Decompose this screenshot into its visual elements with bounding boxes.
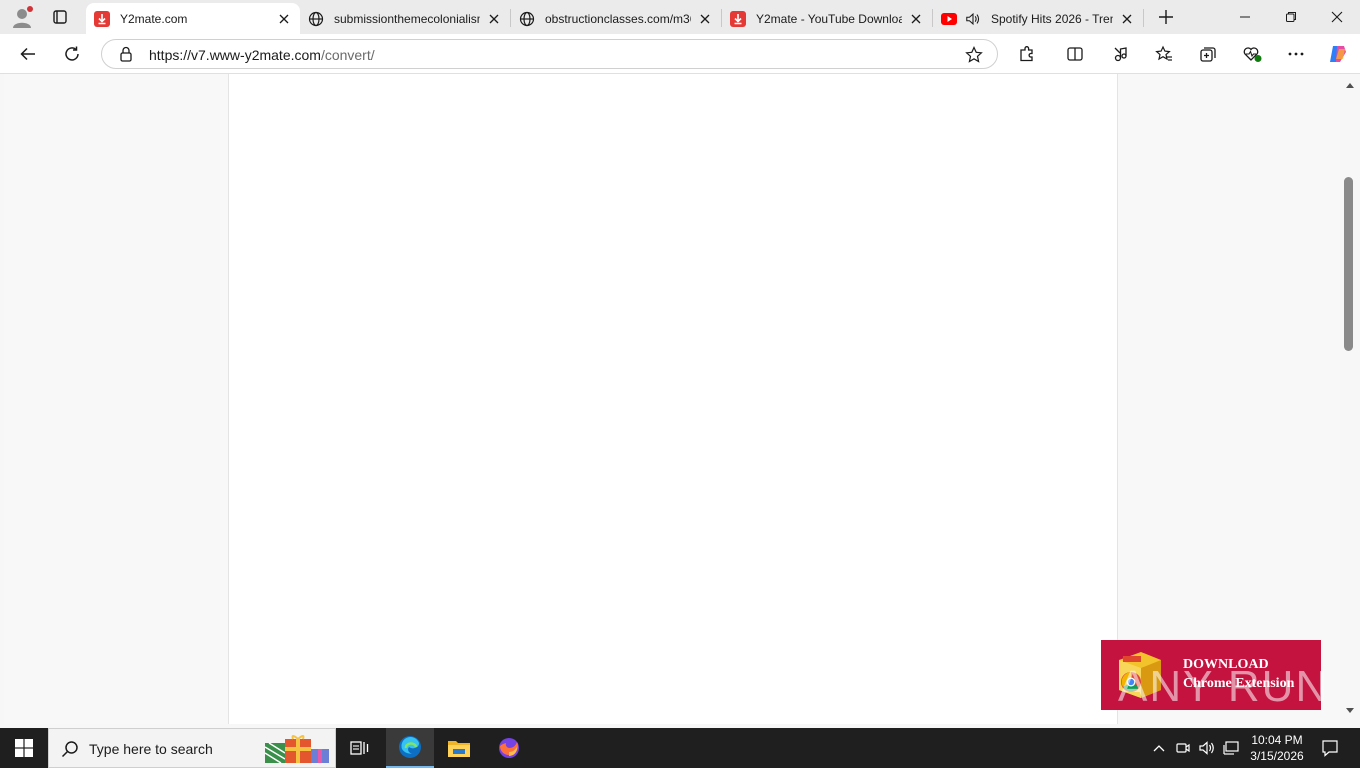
gifts-highlight-icon[interactable] [263, 735, 333, 765]
show-hidden-icons-button[interactable] [1150, 728, 1168, 768]
edge-browser-icon [399, 736, 421, 758]
notification-speech-bubble-icon [1322, 740, 1338, 757]
clock-date: 3/15/2026 [1250, 749, 1304, 763]
tray-meet-button[interactable] [1172, 728, 1194, 768]
firefox-icon [499, 738, 519, 758]
tab-actions-icon [53, 10, 67, 24]
clock-time: 10:04 PM [1251, 733, 1303, 747]
tab-y2mate-youtube[interactable]: Y2mate - YouTube Downloa [722, 3, 932, 34]
tab-label: Y2mate - YouTube Downloa [756, 11, 902, 26]
restore-button[interactable] [1268, 0, 1314, 34]
favorites-button[interactable] [1149, 40, 1179, 68]
network-monitor-icon [1223, 741, 1239, 755]
url-path: /convert/ [320, 47, 375, 63]
lock-icon[interactable] [118, 46, 134, 62]
task-view-button[interactable] [336, 728, 384, 768]
windows-taskbar: Type here to search 10:04 PM 3/15/2026 [0, 728, 1360, 768]
favorite-star-icon[interactable] [965, 46, 983, 64]
taskbar-firefox[interactable] [485, 728, 533, 768]
close-window-button[interactable] [1314, 0, 1360, 34]
globe-icon [308, 11, 324, 27]
profile-avatar-icon [13, 6, 33, 28]
refresh-icon [65, 46, 79, 61]
heart-pulse-icon [1243, 47, 1262, 62]
windows-logo-icon [15, 739, 33, 757]
back-button[interactable] [13, 40, 43, 68]
tab-label: Spotify Hits 2026 - Tren [991, 11, 1113, 26]
start-button[interactable] [0, 728, 48, 768]
collections-button[interactable] [1193, 40, 1223, 68]
y2mate-download-icon [730, 10, 746, 27]
read-aloud-icon [1114, 47, 1127, 62]
tab-strip: Y2mate.com submissionthemecolonialism ob… [0, 0, 1360, 34]
scroll-down-arrow-icon[interactable] [1346, 706, 1354, 714]
settings-more-button[interactable] [1281, 40, 1311, 68]
tab-spotify-hits[interactable]: Spotify Hits 2026 - Tren [933, 3, 1143, 34]
tab-submissionthemecolonialism[interactable]: submissionthemecolonialism [300, 3, 510, 34]
volume-icon [1199, 741, 1214, 755]
notifications-button[interactable] [1314, 728, 1346, 768]
search-icon [61, 741, 78, 758]
page-content-column [228, 74, 1118, 724]
tab-separator [1143, 9, 1144, 27]
search-placeholder: Type here to search [89, 741, 213, 757]
taskbar-file-explorer[interactable] [435, 728, 483, 768]
back-arrow-icon [20, 47, 35, 61]
close-tab-icon[interactable] [1119, 11, 1135, 27]
taskbar-clock[interactable]: 10:04 PM 3/15/2026 [1240, 732, 1314, 764]
split-screen-icon [1067, 47, 1083, 61]
profile-button[interactable] [8, 4, 36, 30]
tab-label: submissionthemecolonialism [334, 11, 480, 26]
split-screen-button[interactable] [1060, 40, 1090, 68]
copilot-button[interactable] [1323, 40, 1353, 68]
youtube-icon [941, 11, 957, 27]
browser-essentials-button[interactable] [1237, 40, 1267, 68]
address-url[interactable]: https://v7.www-y2mate.com/convert/ [149, 47, 375, 63]
extensions-button[interactable] [1012, 40, 1042, 68]
minimize-button[interactable] [1222, 0, 1268, 34]
tab-actions-button[interactable] [46, 4, 74, 30]
read-aloud-button[interactable] [1105, 40, 1135, 68]
refresh-button[interactable] [57, 40, 87, 68]
taskbar-search-box[interactable]: Type here to search [48, 728, 336, 768]
plus-icon [1159, 10, 1173, 24]
globe-icon [519, 11, 535, 27]
collections-icon [1200, 47, 1216, 62]
browser-toolbar: https://v7.www-y2mate.com/convert/ [0, 34, 1360, 74]
folder-icon [448, 741, 470, 757]
more-dots-icon [1288, 52, 1304, 56]
close-tab-icon[interactable] [486, 11, 502, 27]
favorites-star-list-icon [1155, 45, 1172, 61]
tab-obstructionclasses[interactable]: obstructionclasses.com/m36 [511, 3, 721, 34]
close-tab-icon[interactable] [908, 11, 924, 27]
page-viewport [4, 74, 1340, 724]
new-tab-button[interactable] [1152, 4, 1180, 30]
meet-camera-icon [1176, 743, 1190, 753]
tab-label: Y2mate.com [120, 11, 188, 26]
speaker-audio-icon[interactable] [965, 11, 981, 27]
tab-label: obstructionclasses.com/m36 [545, 11, 691, 26]
task-view-icon [350, 741, 369, 755]
y2mate-download-icon [94, 10, 110, 27]
anyrun-watermark: ANY RUN [1118, 662, 1330, 711]
puzzle-icon [1020, 46, 1033, 62]
restore-icon [1286, 12, 1296, 22]
close-icon [1331, 11, 1343, 23]
tray-network-button[interactable] [1220, 728, 1242, 768]
scrollbar-thumb[interactable] [1344, 177, 1353, 351]
copilot-icon [1330, 46, 1346, 62]
url-host: https://v7.www-y2mate.com [149, 47, 321, 63]
close-tab-icon[interactable] [697, 11, 713, 27]
chevron-up-icon [1153, 745, 1165, 752]
tab-y2mate[interactable]: Y2mate.com [86, 3, 300, 34]
address-bar[interactable]: https://v7.www-y2mate.com/convert/ [101, 39, 998, 69]
scroll-up-arrow-icon[interactable] [1346, 82, 1354, 90]
taskbar-edge[interactable] [386, 728, 434, 768]
page-scrollbar[interactable] [1340, 74, 1360, 724]
minimize-icon [1240, 16, 1250, 18]
tray-volume-button[interactable] [1196, 728, 1218, 768]
close-tab-icon[interactable] [276, 11, 292, 27]
